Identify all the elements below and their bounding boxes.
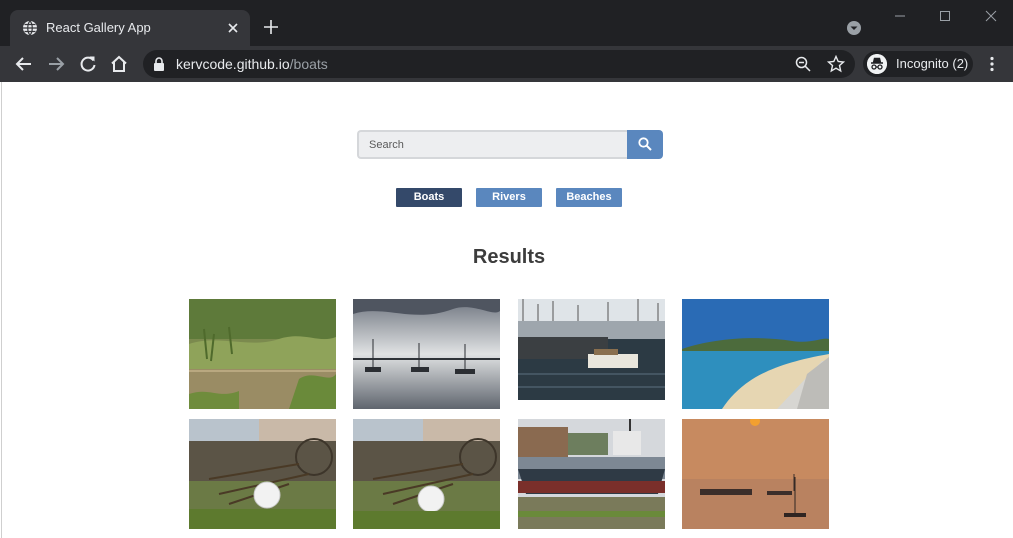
nav-beaches-button[interactable]: Beaches: [556, 188, 622, 207]
home-icon[interactable]: [109, 54, 129, 74]
search-input[interactable]: [357, 130, 628, 159]
browser-tab[interactable]: React Gallery App: [10, 10, 250, 46]
gallery-photo-sunset-sailboat[interactable]: [682, 419, 829, 529]
search-icon: [638, 137, 652, 151]
photo-image: [518, 299, 665, 400]
photo-image: [353, 419, 500, 529]
address-bar[interactable]: kervcode.github.io/boats: [143, 50, 855, 78]
plus-icon[interactable]: [262, 18, 280, 36]
close-icon[interactable]: [224, 19, 242, 37]
minimize-icon[interactable]: [888, 6, 912, 26]
nav-rivers-button[interactable]: Rivers: [476, 188, 542, 207]
tab-search-icon[interactable]: [846, 20, 862, 36]
close-window-icon[interactable]: [979, 6, 1003, 26]
nav-boats-button[interactable]: Boats: [396, 188, 462, 207]
photo-image: [682, 419, 829, 529]
results-heading: Results: [472, 246, 546, 268]
url-text[interactable]: kervcode.github.io/boats: [176, 56, 328, 72]
photo-image: [353, 299, 500, 409]
maximize-icon[interactable]: [933, 6, 957, 26]
photo-image: [682, 299, 829, 409]
tab-title: React Gallery App: [46, 20, 151, 35]
back-arrow-icon[interactable]: [14, 54, 34, 74]
photo-image: [189, 299, 336, 409]
globe-icon: [23, 20, 37, 36]
url-path: /boats: [289, 56, 328, 72]
lock-icon[interactable]: [153, 57, 165, 71]
star-icon[interactable]: [827, 55, 845, 73]
forward-arrow-icon[interactable]: [46, 54, 66, 74]
reload-icon[interactable]: [78, 54, 98, 74]
browser-toolbar: kervcode.github.io/boats Incognito (2): [0, 46, 1013, 82]
gallery-photo-marsh[interactable]: [189, 299, 336, 409]
photo-image: [518, 419, 665, 529]
gallery-photo-tugboat[interactable]: [518, 419, 665, 529]
incognito-icon: [867, 54, 887, 74]
gallery-photo-harbor[interactable]: [518, 299, 665, 400]
search-button[interactable]: [627, 130, 663, 159]
browser-titlebar: React Gallery App: [0, 0, 1013, 46]
gallery-photo-boats-reflection[interactable]: [353, 299, 500, 409]
page-content: Boats Rivers Beaches Results: [1, 82, 1012, 538]
incognito-profile-button[interactable]: Incognito (2): [863, 51, 973, 77]
search-form: [357, 130, 663, 159]
gallery-photo-beach[interactable]: [682, 299, 829, 409]
profile-label: Incognito (2): [896, 56, 969, 71]
zoom-icon[interactable]: [795, 56, 811, 72]
topic-nav: Boats Rivers Beaches: [2, 188, 1013, 207]
more-vert-icon[interactable]: [985, 55, 999, 73]
url-host: kervcode.github.io: [176, 56, 290, 72]
gallery-photo-buoy-wreck[interactable]: [189, 419, 336, 529]
photo-image: [189, 419, 336, 529]
gallery-photo-buoy-wreck-2[interactable]: [353, 419, 500, 529]
